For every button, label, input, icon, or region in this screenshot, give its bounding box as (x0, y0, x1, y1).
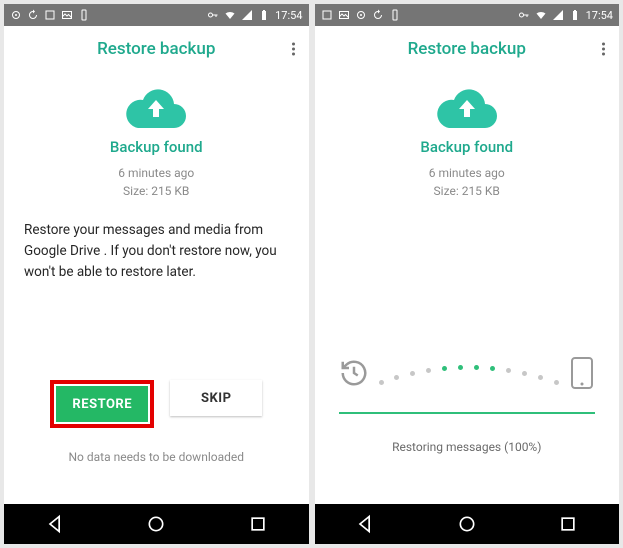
restore-button[interactable]: RESTORE (56, 386, 148, 422)
location-icon (355, 9, 367, 21)
status-left (10, 9, 90, 21)
screenshot-icon (321, 9, 333, 21)
sync-icon (27, 9, 39, 21)
nav-back-icon[interactable] (355, 514, 375, 534)
wifi-icon (224, 9, 236, 21)
restore-highlight: RESTORE (50, 380, 154, 428)
nav-recent-icon[interactable] (558, 514, 578, 534)
nav-back-icon[interactable] (45, 514, 65, 534)
progress-bar (339, 412, 596, 414)
page-title: Restore backup (408, 39, 526, 59)
phone-outline-icon (569, 356, 595, 390)
nav-recent-icon[interactable] (248, 514, 268, 534)
progress-area: Restoring messages (100%) (315, 356, 620, 454)
phone-icon (78, 9, 90, 21)
wifi-icon (535, 9, 547, 21)
phone-icon (389, 9, 401, 21)
cloud-upload-icon (437, 86, 497, 128)
nav-home-icon[interactable] (146, 514, 166, 534)
download-note: No data needs to be downloaded (4, 450, 309, 464)
phone-screen-left: 17:54 Restore backup Backup found 6 minu… (4, 4, 309, 544)
backup-time: 6 minutes ago (429, 164, 505, 182)
backup-meta: 6 minutes ago Size: 215 KB (429, 164, 505, 200)
vpn-key-icon (207, 9, 219, 21)
status-right: 17:54 (518, 9, 613, 22)
skip-button[interactable]: SKIP (170, 380, 262, 416)
button-row: RESTORE SKIP (4, 380, 309, 428)
content-area: Backup found 6 minutes ago Size: 215 KB … (315, 72, 620, 504)
progress-dots (379, 361, 560, 385)
status-right: 17:54 (207, 9, 302, 22)
signal-icon (552, 9, 564, 21)
more-options-button[interactable] (292, 43, 295, 56)
status-time: 17:54 (275, 9, 302, 22)
vpn-key-icon (518, 9, 530, 21)
app-bar: Restore backup (315, 26, 620, 72)
status-left (321, 9, 401, 21)
transfer-graphic (339, 356, 596, 390)
backup-found-label: Backup found (420, 138, 513, 156)
nav-home-icon[interactable] (457, 514, 477, 534)
history-icon (339, 358, 369, 388)
more-options-button[interactable] (602, 43, 605, 56)
gallery-icon (338, 9, 350, 21)
battery-icon (258, 9, 270, 21)
signal-icon (241, 9, 253, 21)
backup-found-label: Backup found (110, 138, 203, 156)
status-bar: 17:54 (4, 4, 309, 26)
battery-icon (569, 9, 581, 21)
restore-message: Restore your messages and media from Goo… (22, 220, 291, 283)
app-bar: Restore backup (4, 26, 309, 72)
content-area: Backup found 6 minutes ago Size: 215 KB … (4, 72, 309, 504)
cloud-upload-icon (126, 86, 186, 128)
phone-screen-right: 17:54 Restore backup Backup found 6 minu… (315, 4, 620, 544)
location-icon (10, 9, 22, 21)
navigation-bar (315, 504, 620, 544)
status-time: 17:54 (586, 9, 613, 22)
screenshot-icon (44, 9, 56, 21)
page-title: Restore backup (97, 39, 215, 59)
backup-time: 6 minutes ago (118, 164, 194, 182)
backup-meta: 6 minutes ago Size: 215 KB (118, 164, 194, 200)
progress-label: Restoring messages (100%) (392, 440, 541, 454)
gallery-icon (61, 9, 73, 21)
backup-size: Size: 215 KB (118, 182, 194, 200)
status-bar: 17:54 (315, 4, 620, 26)
navigation-bar (4, 504, 309, 544)
backup-size: Size: 215 KB (429, 182, 505, 200)
sync-icon (372, 9, 384, 21)
